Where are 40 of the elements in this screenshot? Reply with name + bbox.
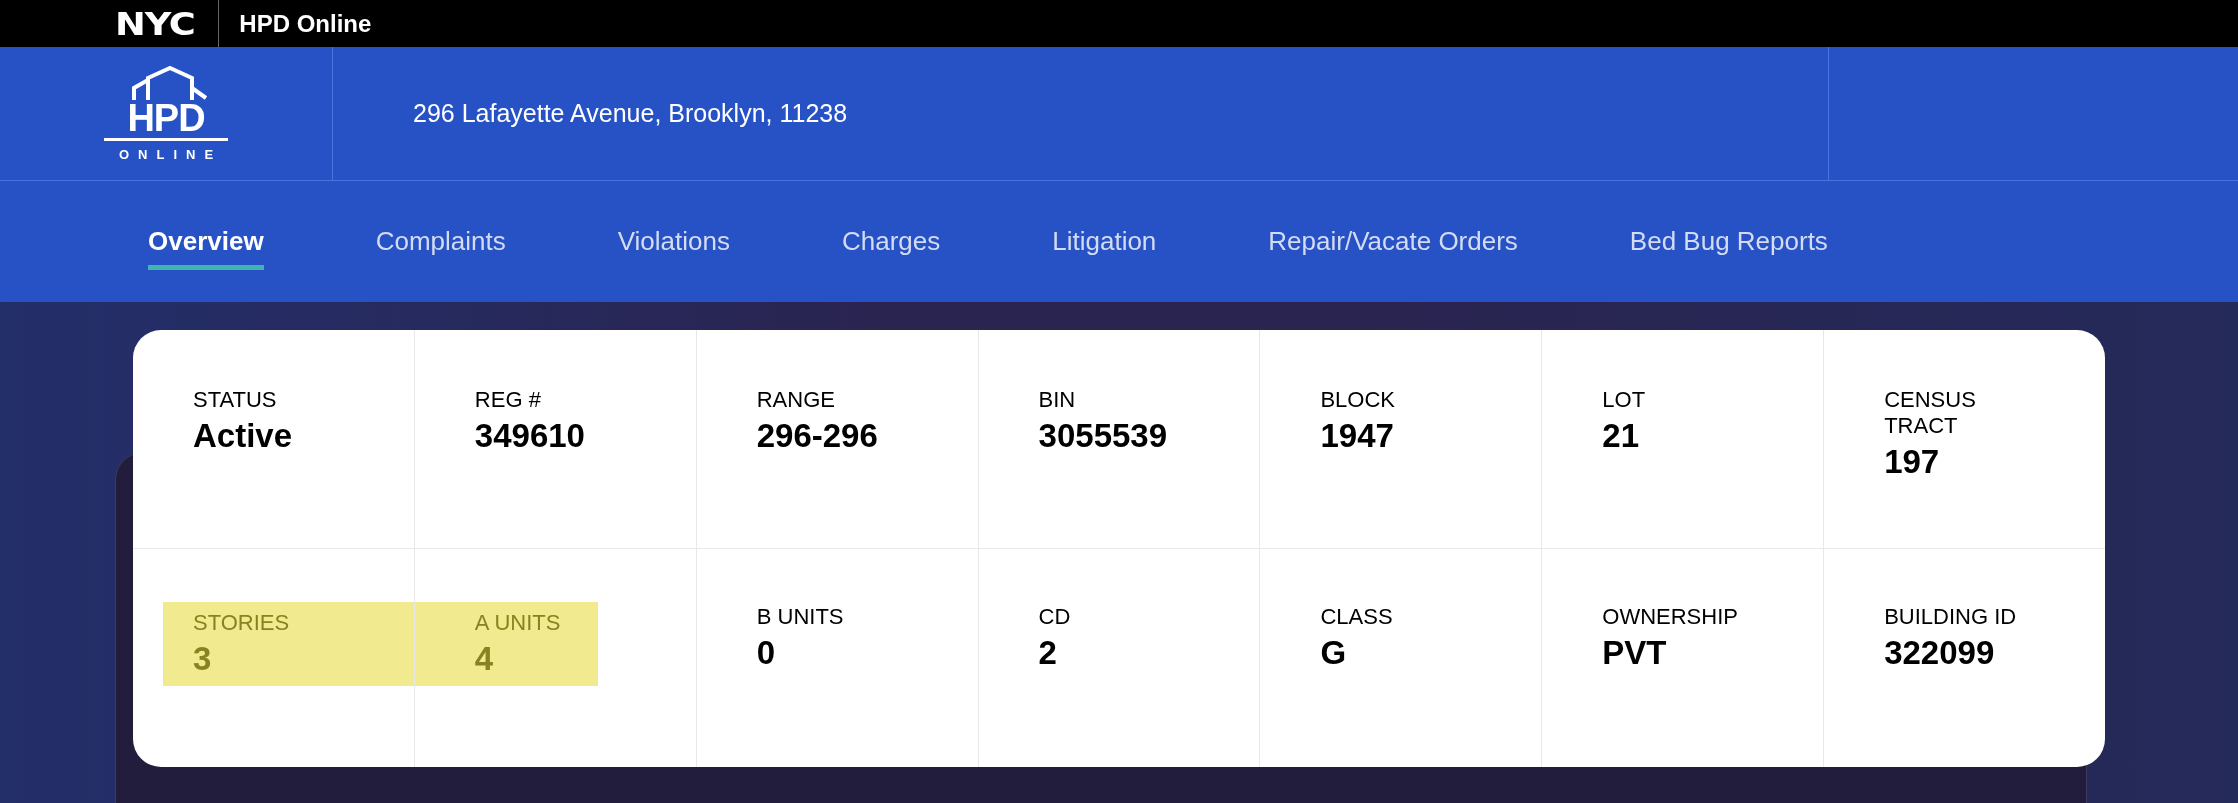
nav-tab[interactable]: Complaints — [375, 218, 506, 270]
field-value: 322099 — [1884, 634, 1996, 672]
field-label: RANGE — [756, 387, 836, 413]
field-value: Active — [193, 417, 294, 455]
nav-tab[interactable]: Violations — [617, 218, 730, 270]
field-label: A UNITS — [474, 610, 562, 636]
nav-tab[interactable]: Overview — [148, 218, 264, 270]
nav-tab[interactable]: Bed Bug Reports — [1629, 218, 1828, 270]
field-label: REG # — [474, 387, 542, 413]
property-address: 296 Lafayette Avenue, Brooklyn, 11238 — [413, 99, 848, 128]
nyc-logo[interactable]: NYC — [115, 4, 195, 43]
field-value: G — [1320, 634, 1348, 672]
nav-tab[interactable]: Charges — [841, 218, 941, 270]
field-label: STATUS — [193, 387, 278, 413]
field-label: CD — [1038, 604, 1072, 630]
logo-text: HPD — [127, 99, 205, 136]
field-value: 197 — [1884, 443, 1941, 481]
field-label: OWNERSHIP — [1602, 604, 1739, 630]
field-value: 1947 — [1320, 417, 1395, 455]
field-value: 4 — [474, 640, 495, 678]
nav-tab[interactable]: Repair/Vacate Orders — [1268, 218, 1518, 270]
field-value: 2 — [1038, 634, 1058, 672]
field-label: STORIES — [193, 610, 291, 636]
field-value: PVT — [1602, 634, 1668, 672]
field-label: CLASS — [1320, 604, 1394, 630]
site-title[interactable]: HPD Online — [239, 9, 372, 38]
field-label: LOT — [1602, 387, 1647, 413]
field-label: CENSUS TRACT — [1884, 387, 1977, 439]
field-label: BIN — [1038, 387, 1077, 413]
field-label: BUILDING ID — [1884, 604, 2018, 630]
nav-tab[interactable]: Litigation — [1052, 218, 1157, 270]
logo-subtext: ONLINE — [118, 146, 223, 162]
field-value: 0 — [756, 634, 777, 672]
field-value: 296-296 — [756, 417, 879, 455]
field-value: 349610 — [474, 417, 586, 455]
field-value: 3055539 — [1038, 417, 1169, 455]
field-label: BLOCK — [1320, 387, 1397, 413]
field-value: 21 — [1602, 417, 1640, 455]
field-label: B UNITS — [756, 604, 845, 630]
field-value: 3 — [193, 640, 213, 678]
